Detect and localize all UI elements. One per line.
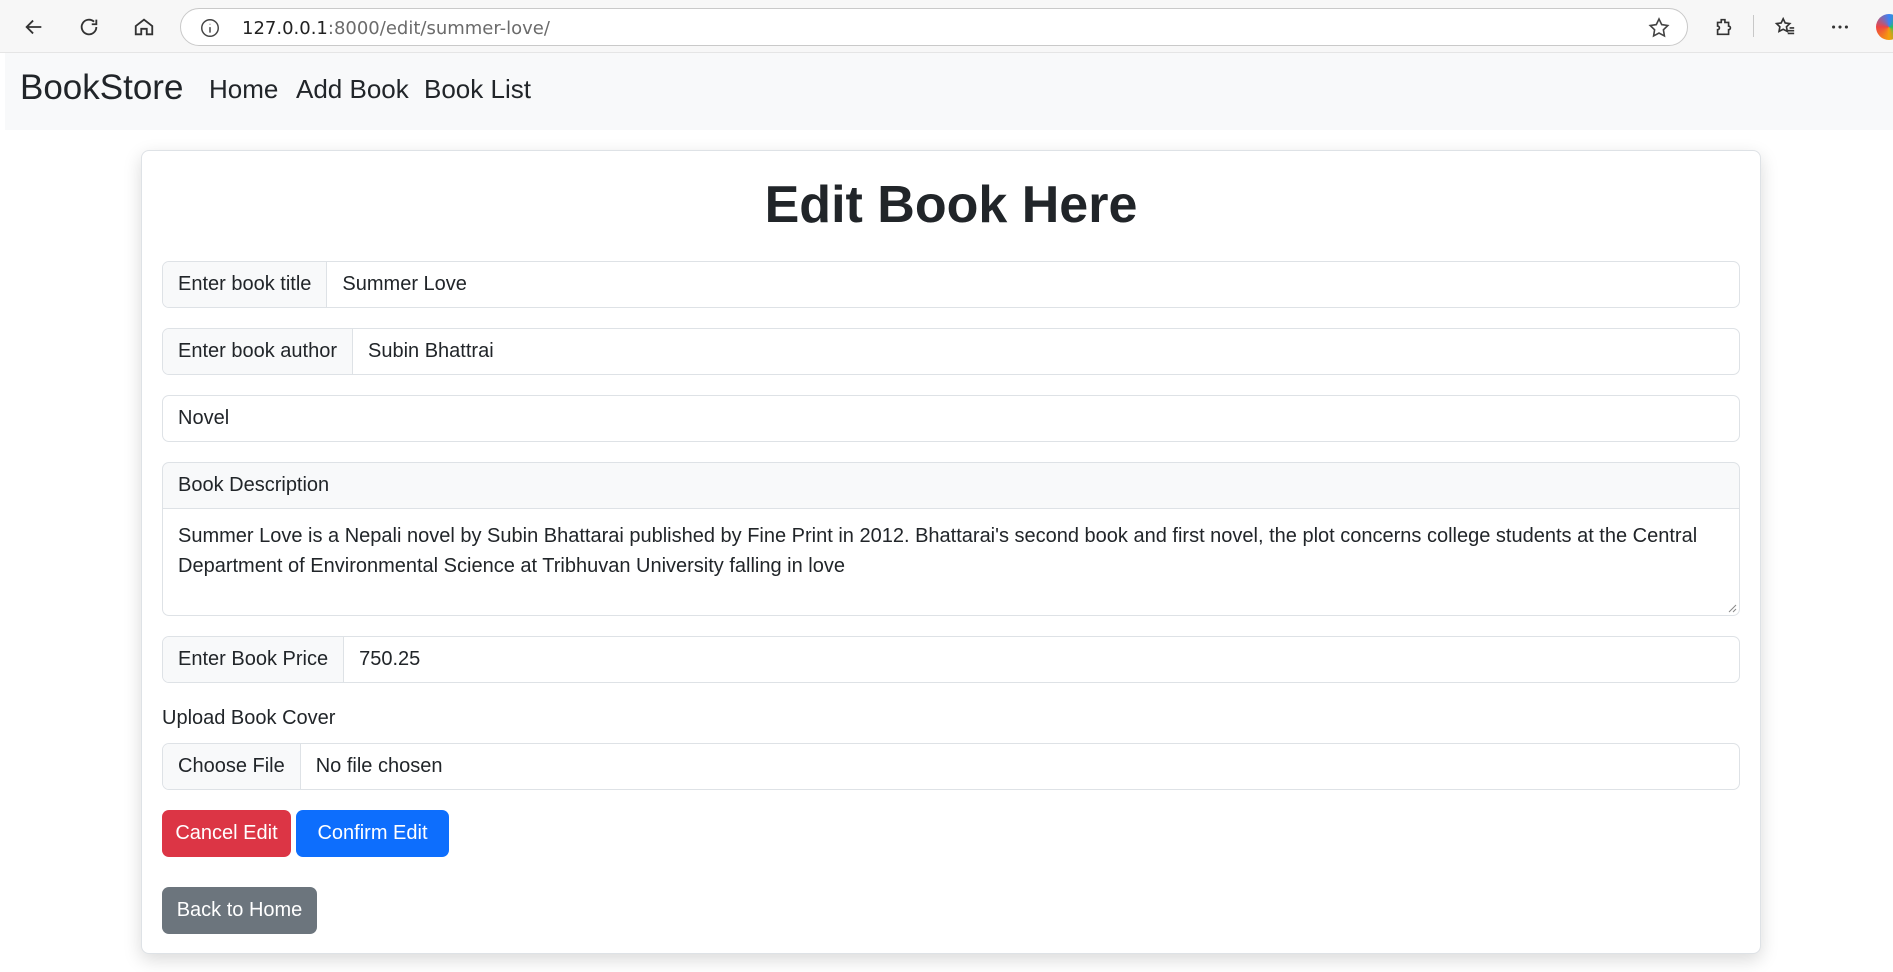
brand-logo[interactable]: BookStore [20,68,183,108]
title-label: Enter book title [163,262,328,307]
refresh-icon[interactable] [72,10,106,44]
cancel-edit-button[interactable]: Cancel Edit [162,810,291,857]
url-path: :8000/edit/summer-love/ [327,18,550,39]
url-host: 127.0.0.1 [242,18,328,39]
address-bar[interactable]: 127.0.0.1:8000/edit/summer-love/ [180,8,1688,46]
price-input[interactable]: 750.25 [344,637,1739,682]
file-input-group[interactable]: Choose File No file chosen [162,743,1740,790]
more-menu-icon[interactable] [1823,10,1857,44]
site-navbar: BookStore Home Add Book Book List [5,53,1893,130]
home-icon[interactable] [127,10,161,44]
nav-link-home[interactable]: Home [209,74,278,105]
title-input-group: Enter book title Summer Love [162,261,1740,308]
toolbar-divider [1753,15,1754,37]
nav-link-add-book[interactable]: Add Book [296,74,409,105]
description-textarea[interactable]: Summer Love is a Nepali novel by Subin B… [162,508,1740,616]
browser-toolbar: 127.0.0.1:8000/edit/summer-love/ [0,0,1893,53]
favorites-icon[interactable] [1768,10,1802,44]
edit-book-card: Edit Book Here Enter book title Summer L… [141,150,1761,954]
choose-file-button[interactable]: Choose File [163,744,301,789]
title-input[interactable]: Summer Love [327,262,1739,307]
url-text[interactable]: 127.0.0.1:8000/edit/summer-love/ [242,18,550,39]
copilot-icon[interactable] [1876,14,1893,40]
genre-input[interactable]: Novel [162,395,1740,442]
back-arrow-icon[interactable] [17,10,51,44]
back-to-home-button[interactable]: Back to Home [162,887,317,934]
site-info-icon[interactable] [199,17,221,39]
confirm-edit-button[interactable]: Confirm Edit [296,810,449,857]
favorite-star-icon[interactable] [1647,16,1671,40]
author-label: Enter book author [163,329,353,374]
file-status: No file chosen [315,755,443,777]
upload-cover-label: Upload Book Cover [162,707,336,729]
description-label: Book Description [162,462,1740,509]
nav-link-book-list[interactable]: Book List [424,74,531,105]
author-input[interactable]: Subin Bhattrai [353,329,1739,374]
description-text: Summer Love is a Nepali novel by Subin B… [178,525,1698,577]
resize-handle-icon[interactable] [1727,603,1737,613]
page-title: Edit Book Here [764,176,1138,234]
author-input-group: Enter book author Subin Bhattrai [162,328,1740,375]
price-label: Enter Book Price [163,637,345,682]
price-input-group: Enter Book Price 750.25 [162,636,1740,683]
extensions-icon[interactable] [1707,10,1741,44]
